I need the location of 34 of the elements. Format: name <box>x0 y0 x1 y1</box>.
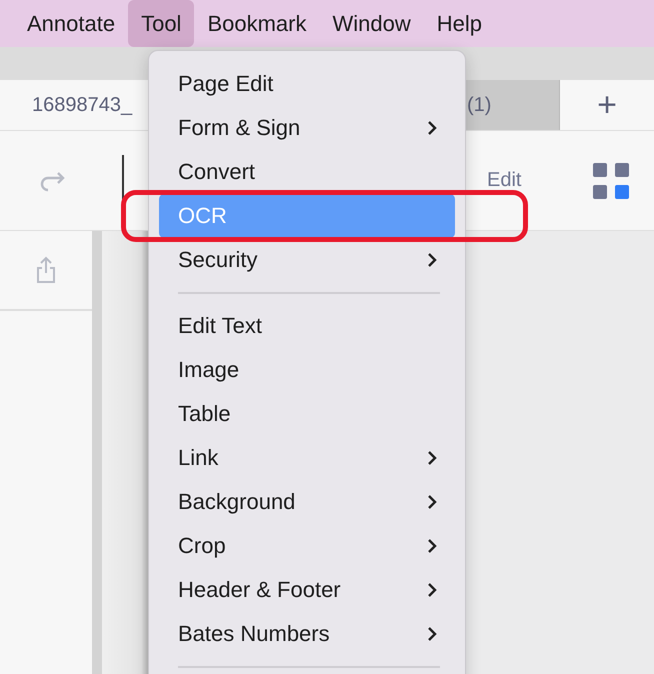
menu-item[interactable]: Security <box>159 238 455 282</box>
menu-item[interactable]: Crop <box>159 524 455 568</box>
menu-item[interactable]: Header & Footer <box>159 568 455 612</box>
menu-bar-item[interactable]: Annotate <box>14 0 128 47</box>
menu-bar-item[interactable]: Window <box>319 0 424 47</box>
edit-label[interactable]: Edit <box>487 169 522 192</box>
menu-item[interactable]: Page Edit <box>159 62 455 106</box>
menu-item-label: Security <box>178 247 258 273</box>
menu-bar-item[interactable]: Bookmark <box>194 0 320 47</box>
menu-item[interactable]: Image <box>159 348 455 392</box>
menu-item-label: Table <box>178 401 231 427</box>
menu-item[interactable]: Convert <box>159 150 455 194</box>
menu-item[interactable]: Bates Numbers <box>159 612 455 656</box>
menu-item[interactable]: Link <box>159 436 455 480</box>
menu-item-label: OCR <box>178 203 227 229</box>
menu-item-label: Crop <box>178 533 226 559</box>
menu-item-label: Edit Text <box>178 313 262 339</box>
share-icon[interactable] <box>35 256 57 284</box>
menu-item-label: Header & Footer <box>178 577 341 603</box>
menu-item-label: Page Edit <box>178 71 274 97</box>
new-tab-button[interactable]: + <box>560 80 654 130</box>
menu-item-label: Link <box>178 445 218 471</box>
menu-item-label: Form & Sign <box>178 115 300 141</box>
menu-item-label: Convert <box>178 159 256 185</box>
menu-item[interactable]: Background <box>159 480 455 524</box>
menu-item[interactable]: Edit Text <box>159 304 455 348</box>
menu-item-label: Background <box>178 489 296 515</box>
menu-item-label: Image <box>178 357 240 383</box>
menu-item[interactable]: Table <box>159 392 455 436</box>
menu-bar-item[interactable]: Tool <box>128 0 194 47</box>
menu-item-label: Bates Numbers <box>178 621 330 647</box>
menu-item[interactable]: Form & Sign <box>159 106 455 150</box>
grid-icon[interactable] <box>593 162 630 198</box>
menu-bar-item[interactable]: Help <box>424 0 495 47</box>
